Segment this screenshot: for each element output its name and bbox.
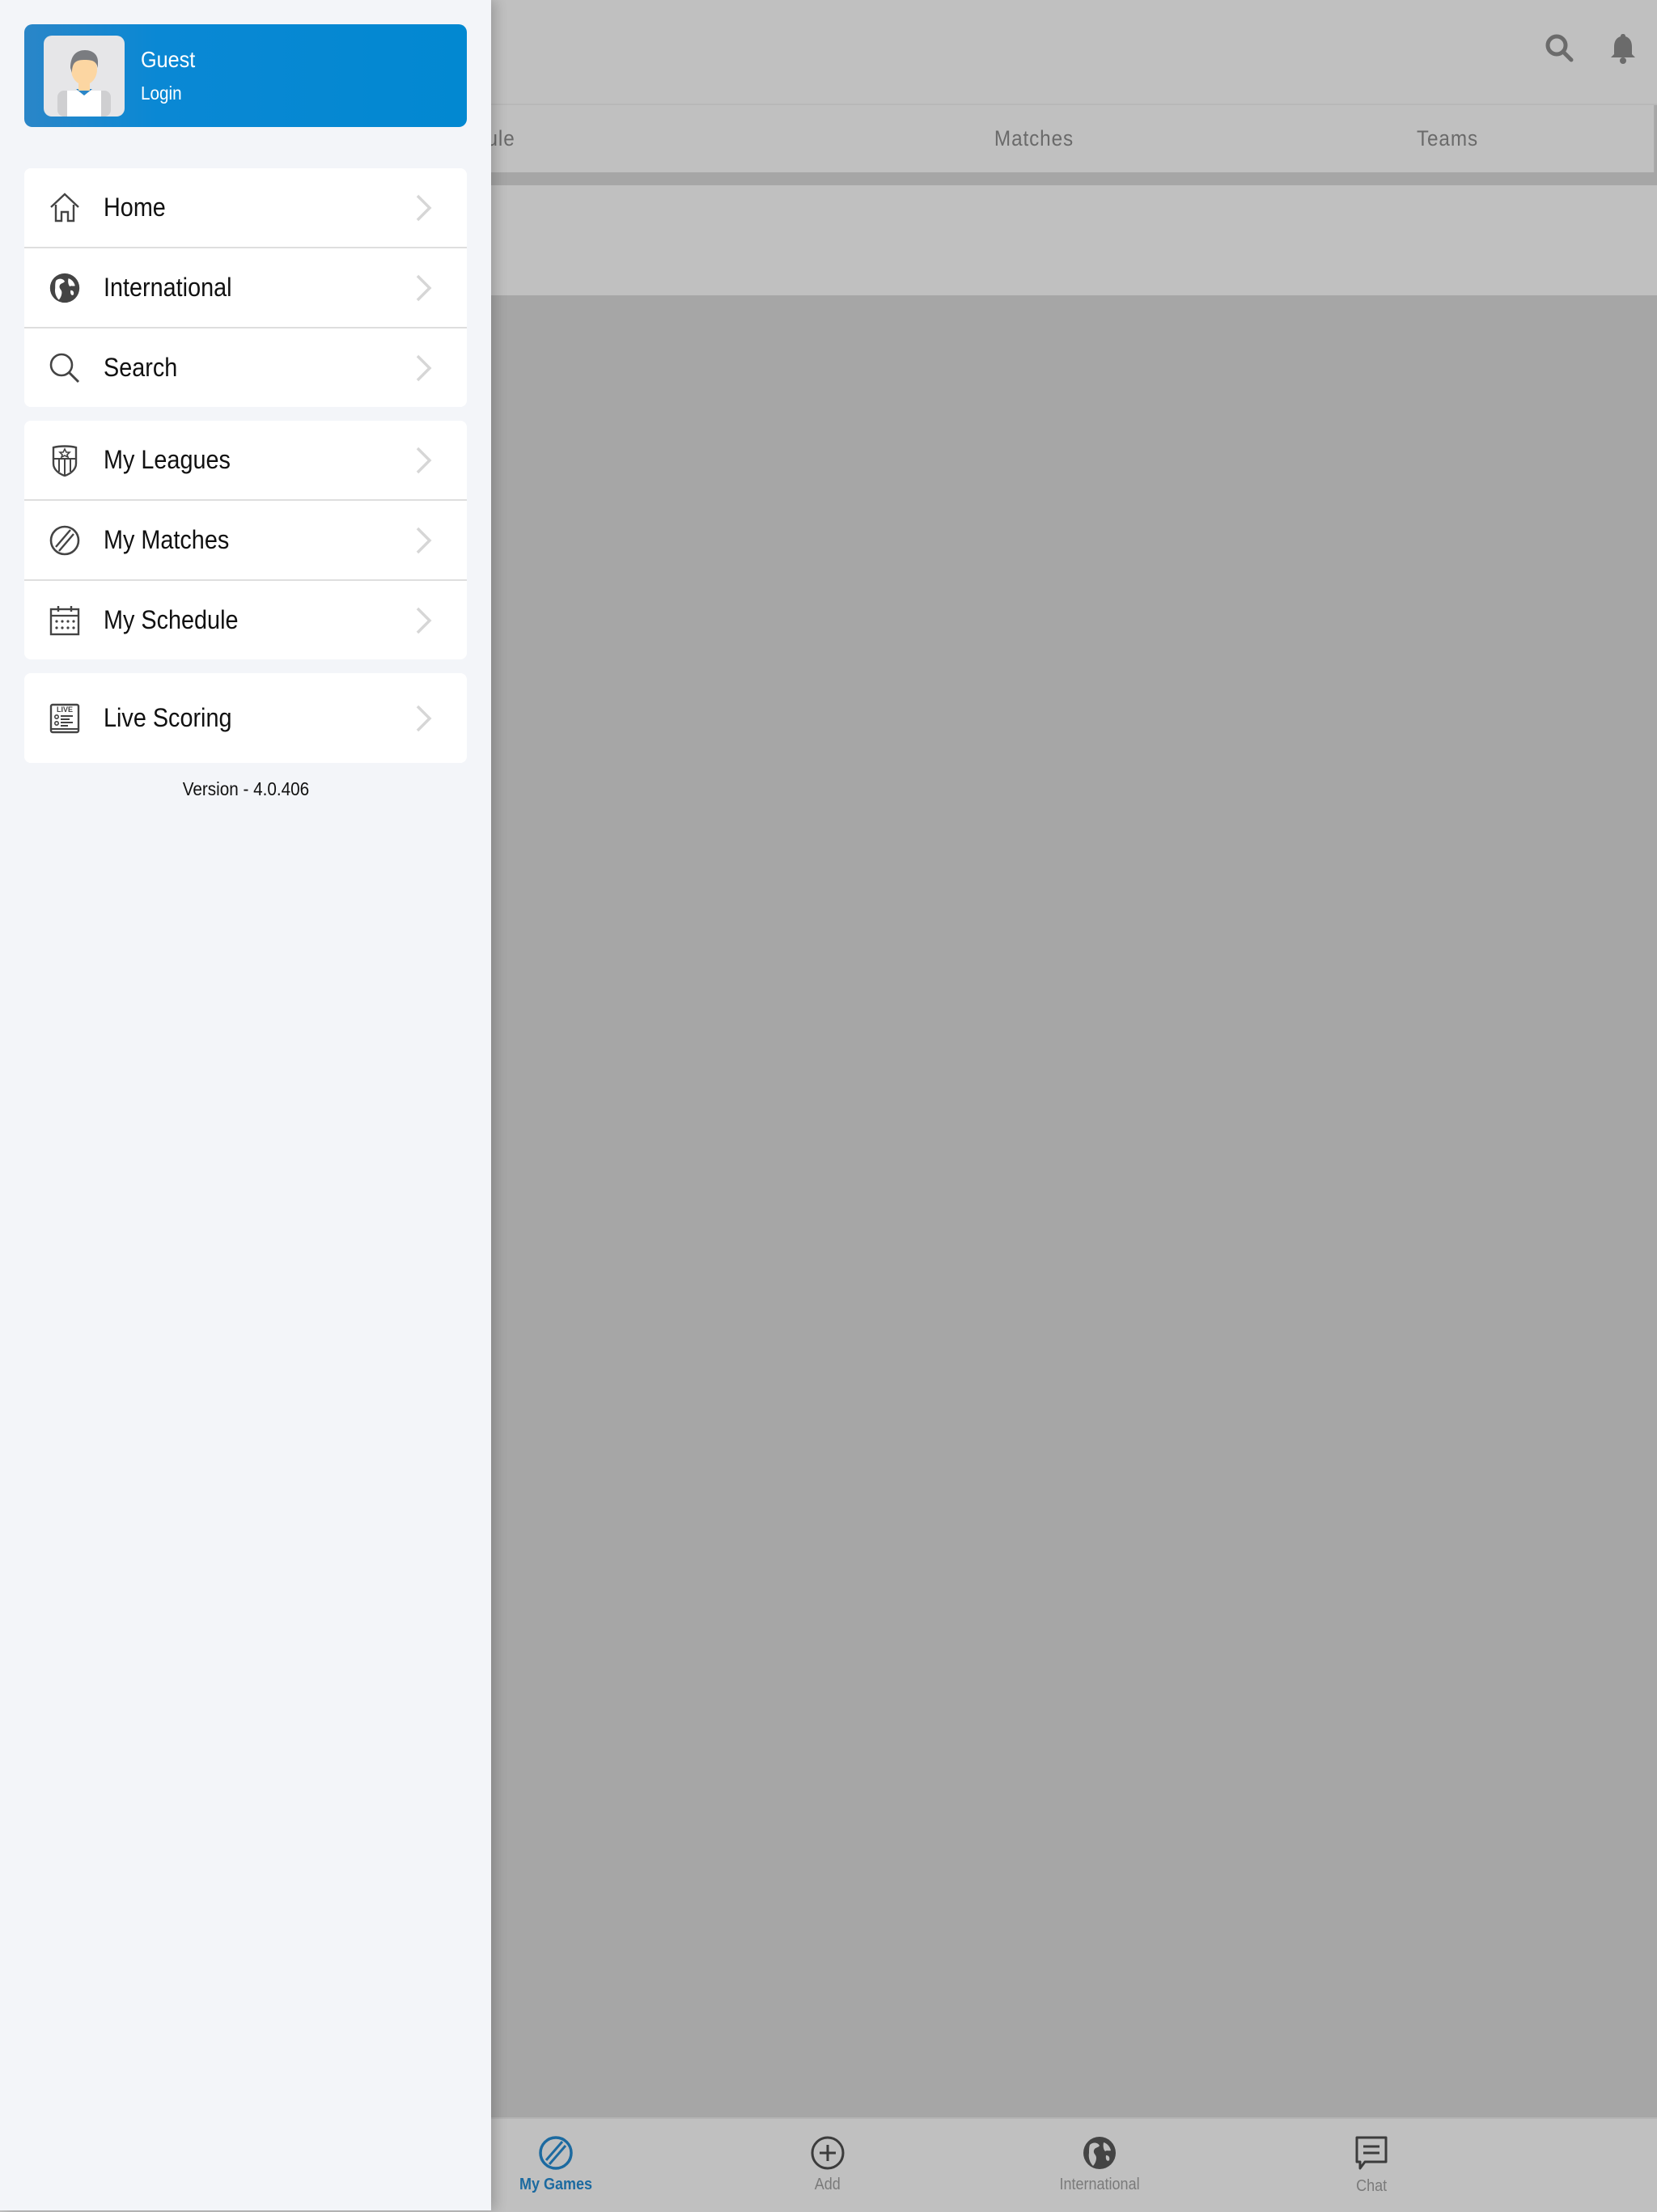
menu-group-personal: My Leagues My Matches My Schedule bbox=[24, 421, 467, 659]
menu-item-international[interactable]: International bbox=[24, 247, 467, 327]
menu-item-my-schedule[interactable]: My Schedule bbox=[24, 579, 467, 659]
side-drawer: Guest Login Home International Search My… bbox=[0, 0, 491, 2210]
tab-matches[interactable]: Matches bbox=[848, 105, 1221, 172]
user-avatar-icon bbox=[57, 49, 111, 117]
chevron-right-icon bbox=[416, 447, 432, 473]
bell-icon bbox=[1611, 34, 1635, 64]
tab-teams[interactable]: Teams bbox=[1262, 105, 1634, 172]
menu-item-my-leagues[interactable]: My Leagues bbox=[24, 421, 467, 499]
home-icon bbox=[49, 192, 81, 224]
chevron-right-icon bbox=[416, 194, 432, 221]
chat-icon bbox=[1355, 2136, 1388, 2170]
nav-my-games[interactable]: My Games bbox=[475, 2135, 637, 2194]
menu-item-home[interactable]: Home bbox=[24, 168, 467, 247]
calendar-icon bbox=[49, 604, 81, 637]
menu-item-search[interactable]: Search bbox=[24, 327, 467, 407]
login-link[interactable]: Login bbox=[141, 83, 195, 104]
chevron-right-icon bbox=[416, 274, 432, 301]
globe-icon bbox=[1083, 2137, 1116, 2169]
league-shield-icon bbox=[49, 444, 81, 477]
app-version: Version - 4.0.406 bbox=[182, 778, 309, 799]
chevron-right-icon bbox=[416, 705, 432, 731]
menu-item-live-scoring[interactable]: LIVE Live Scoring bbox=[24, 673, 467, 763]
cricket-ball-icon bbox=[539, 2136, 573, 2170]
menu-group-main: Home International Search bbox=[24, 168, 467, 407]
live-scoring-icon: LIVE bbox=[49, 702, 81, 735]
header-search-button[interactable] bbox=[1542, 31, 1578, 66]
search-icon bbox=[49, 352, 81, 384]
menu-group-scoring: LIVE Live Scoring bbox=[24, 673, 467, 763]
profile-name: Guest bbox=[141, 47, 196, 72]
nav-international[interactable]: International bbox=[1019, 2135, 1180, 2194]
profile-card[interactable]: Guest Login bbox=[24, 24, 467, 127]
svg-text:LIVE: LIVE bbox=[57, 706, 73, 714]
chevron-right-icon bbox=[416, 607, 432, 634]
chevron-right-icon bbox=[416, 527, 432, 553]
header-notifications-button[interactable] bbox=[1605, 31, 1641, 66]
menu-item-my-matches[interactable]: My Matches bbox=[24, 499, 467, 579]
nav-chat[interactable]: Chat bbox=[1290, 2135, 1452, 2196]
nav-add[interactable]: Add bbox=[747, 2135, 909, 2194]
add-circle-icon bbox=[811, 2136, 845, 2170]
avatar bbox=[44, 35, 125, 117]
chevron-right-icon bbox=[416, 354, 432, 381]
globe-icon bbox=[49, 272, 81, 304]
cricket-ball-icon bbox=[49, 524, 81, 557]
search-icon bbox=[1545, 34, 1574, 62]
